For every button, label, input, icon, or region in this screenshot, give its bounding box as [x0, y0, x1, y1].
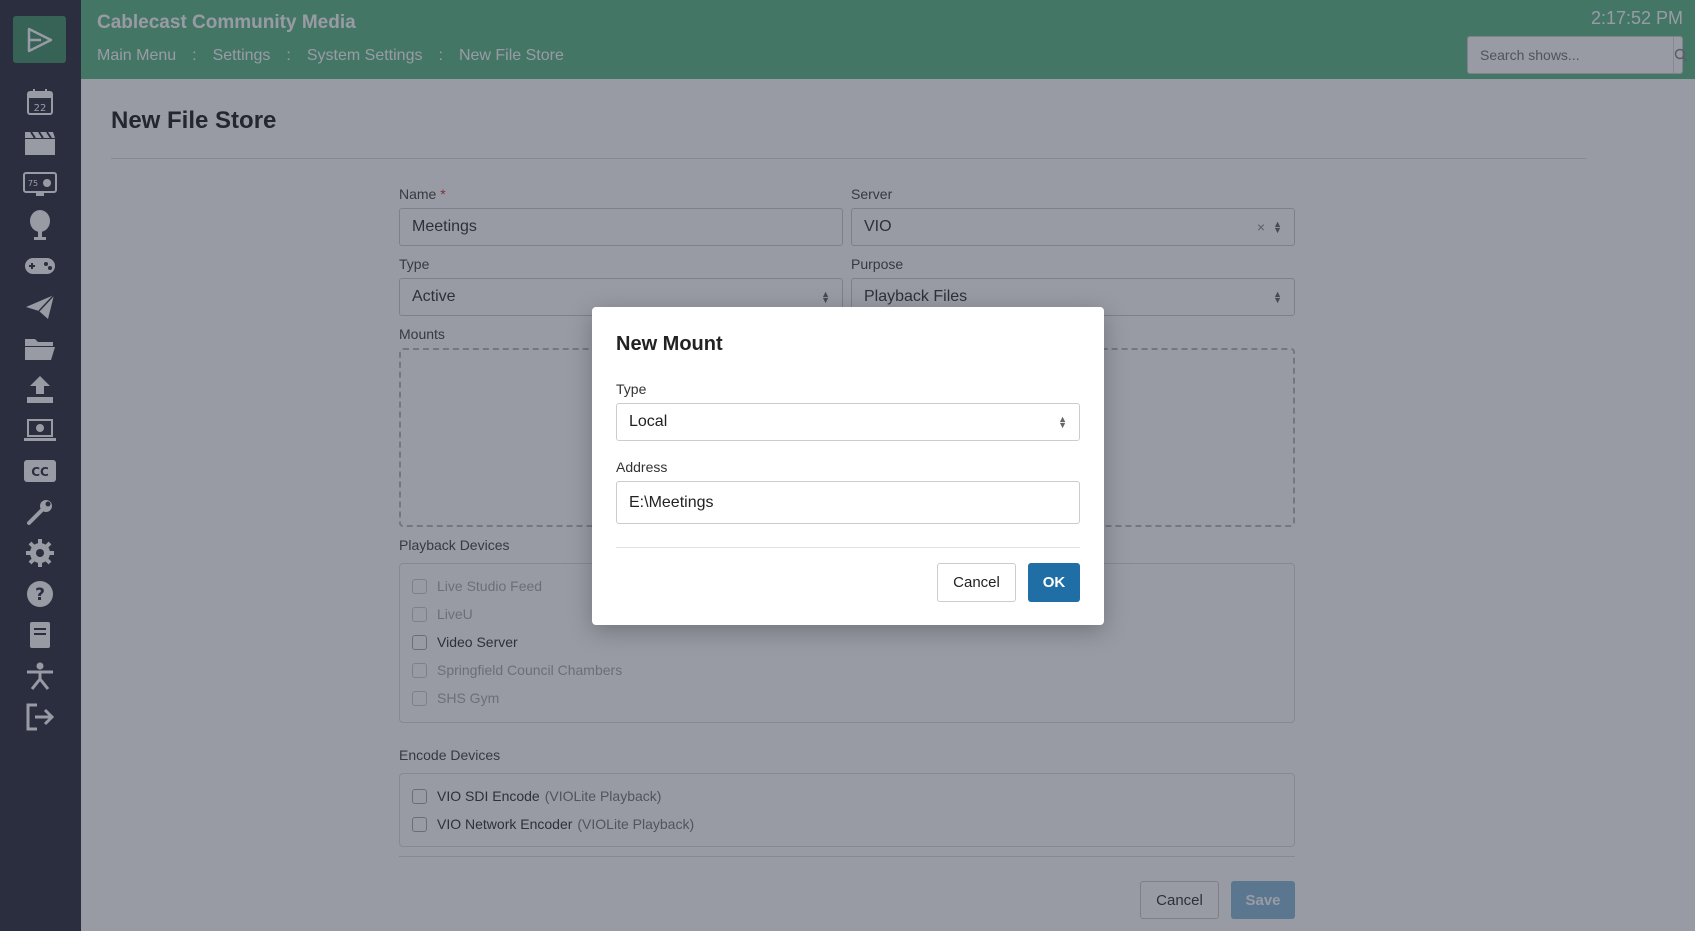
dialog-title: New Mount — [616, 333, 723, 355]
mount-type-label: Type — [616, 381, 647, 397]
mount-type-select[interactable]: Local ▲ ▼ — [616, 403, 1080, 441]
new-mount-dialog: New Mount Type Local ▲ ▼ Address E:\Meeti… — [592, 307, 1104, 625]
dialog-ok-button[interactable]: OK — [1028, 563, 1080, 602]
chevron-updown-icon: ▲ ▼ — [1058, 414, 1067, 430]
dialog-cancel-button[interactable]: Cancel — [937, 563, 1016, 602]
dialog-divider — [616, 547, 1080, 548]
address-input[interactable]: E:\Meetings — [616, 481, 1080, 524]
address-label: Address — [616, 459, 668, 475]
